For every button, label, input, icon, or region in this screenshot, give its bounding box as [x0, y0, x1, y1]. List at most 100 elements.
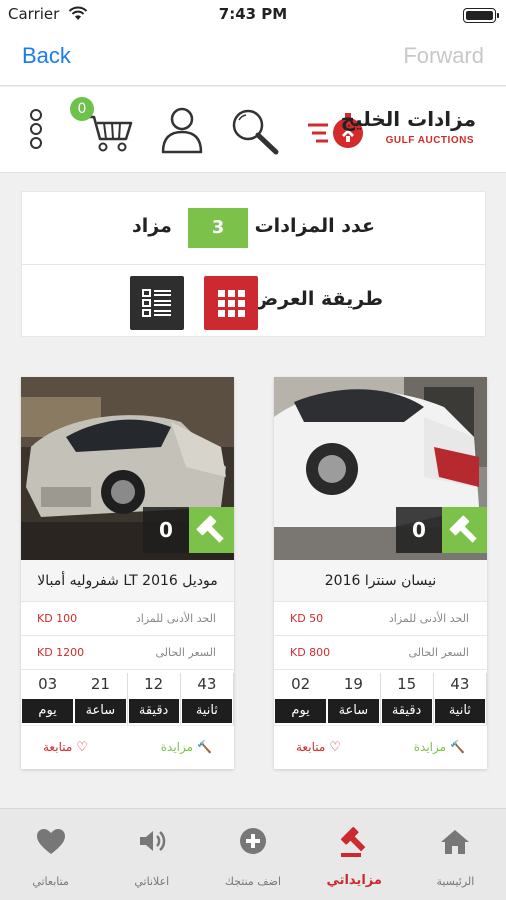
- back-button[interactable]: Back: [22, 43, 71, 69]
- current-price-row: السعر الحالى KD 800: [274, 636, 487, 670]
- timer-minutes: 15 دقيقة: [381, 673, 434, 725]
- auction-card[interactable]: 0 موديل LT 2016 شفروليه أمبالا الحد الأد…: [21, 377, 234, 769]
- timer-unit: ساعة: [75, 699, 126, 723]
- tab-label: الرئيسية: [436, 875, 475, 888]
- logo-arabic-text: مزادات الخليج: [340, 107, 476, 131]
- timer-hours: 19 ساعة: [327, 673, 381, 725]
- gavel-icon: 🔨: [450, 740, 465, 754]
- navigation-bar: Back Forward: [0, 30, 506, 86]
- tab-label: اضف منتجك: [224, 875, 282, 888]
- timer-days: 02 يوم: [274, 673, 327, 725]
- grid-view-button[interactable]: [204, 276, 258, 330]
- gavel-icon: [341, 826, 366, 857]
- car-title[interactable]: موديل LT 2016 شفروليه أمبالا: [21, 560, 234, 602]
- heart-icon: [36, 829, 65, 854]
- clock: 7:43 PM: [218, 5, 288, 23]
- card-actions: 🔨مزايدة ♡متابعة: [274, 725, 487, 769]
- current-price-row: السعر الحالى KD 1200: [21, 636, 234, 670]
- car-photo[interactable]: 0: [274, 377, 487, 560]
- current-price-label: السعر الحالى: [155, 646, 216, 659]
- timer-hours: 21 ساعة: [74, 673, 128, 725]
- timer-value: 03: [38, 675, 58, 693]
- min-price-value: KD 50: [290, 612, 324, 625]
- gavel-icon: [196, 515, 224, 543]
- timer-value: 02: [291, 675, 311, 693]
- bid-button[interactable]: 🔨مزايدة: [161, 740, 212, 754]
- timer-value: 12: [144, 675, 164, 693]
- grid-icon: [218, 290, 245, 317]
- bid-button[interactable]: 🔨مزايدة: [414, 740, 465, 754]
- timer-unit: ثانية: [181, 699, 232, 723]
- timer-seconds: 43 ثانية: [434, 673, 487, 725]
- min-price-row: الحد الأدنى للمزاد KD 50: [274, 602, 487, 636]
- gulf-auctions-logo: مزادات الخليج GULF AUCTIONS: [306, 107, 476, 155]
- min-price-value: KD 100: [37, 612, 78, 625]
- heart-icon: ♡: [329, 740, 341, 755]
- quick-bid-button[interactable]: [189, 507, 234, 553]
- bid-count: 0: [143, 507, 189, 553]
- bid-label: مزايدة: [160, 740, 194, 754]
- more-icon[interactable]: [30, 109, 44, 155]
- auction-count-row: عدد المزادات 3 مزاد: [22, 192, 485, 265]
- user-icon[interactable]: [160, 106, 204, 154]
- display-mode-row: طريقة العرض: [22, 265, 485, 338]
- timer-value: 15: [397, 675, 417, 693]
- tab-label: اعلاناتي: [134, 875, 170, 888]
- tab-following[interactable]: متابعاتي: [0, 809, 101, 900]
- timer-unit: دقيقة: [128, 699, 179, 723]
- gavel-icon: [449, 515, 477, 543]
- forward-button[interactable]: Forward: [403, 43, 484, 69]
- current-price-label: السعر الحالى: [408, 646, 469, 659]
- countdown-timer: 43 ثانية 12 دقيقة 21 ساعة 03 يوم: [21, 673, 234, 725]
- timer-unit: ثانية: [434, 699, 485, 723]
- list-view-button[interactable]: [130, 276, 184, 330]
- countdown-timer: 43 ثانية 15 دقيقة 19 ساعة 02 يوم: [274, 673, 487, 725]
- car-photo[interactable]: 0: [21, 377, 234, 560]
- timer-unit: يوم: [275, 699, 327, 723]
- cart-button[interactable]: 0: [70, 97, 140, 161]
- tab-add-product[interactable]: اضف منتجك: [202, 809, 303, 900]
- timer-value: 19: [343, 675, 363, 693]
- logo-english-text: GULF AUCTIONS: [385, 135, 474, 146]
- auction-summary-panel: عدد المزادات 3 مزاد طريقة العرض: [21, 191, 486, 337]
- tab-bar: الرئيسية مزايداتي اضف منتجك اعلاناتي متا…: [0, 808, 506, 900]
- car-title[interactable]: نيسان سنترا 2016: [274, 560, 487, 602]
- tab-label: متابعاتي: [32, 875, 69, 888]
- cart-badge: 0: [70, 97, 94, 121]
- follow-label: متابعة: [43, 740, 73, 754]
- timer-value: 43: [197, 675, 217, 693]
- current-price-value: KD 800: [290, 646, 331, 659]
- auction-count-unit: مزاد: [132, 215, 172, 237]
- speaker-icon: [139, 831, 166, 851]
- display-mode-label: طريقة العرض: [252, 288, 383, 310]
- auction-count-value: 3: [188, 208, 248, 248]
- tab-label: مزايداتي: [326, 873, 382, 888]
- list-icon: [142, 289, 171, 317]
- auction-count-label: عدد المزادات: [254, 215, 375, 237]
- search-icon[interactable]: [230, 107, 282, 157]
- timer-unit: يوم: [22, 699, 74, 723]
- auction-card[interactable]: 0 نيسان سنترا 2016 الحد الأدنى للمزاد KD…: [274, 377, 487, 769]
- home-icon: [441, 830, 470, 854]
- cart-icon: [86, 115, 133, 152]
- add-icon: [239, 828, 266, 854]
- timer-value: 43: [450, 675, 470, 693]
- min-price-row: الحد الأدنى للمزاد KD 100: [21, 602, 234, 636]
- tab-home[interactable]: الرئيسية: [405, 809, 506, 900]
- timer-minutes: 12 دقيقة: [128, 673, 181, 725]
- bid-count: 0: [396, 507, 442, 553]
- follow-button[interactable]: ♡متابعة: [296, 740, 341, 755]
- follow-button[interactable]: ♡متابعة: [43, 740, 88, 755]
- card-actions: 🔨مزايدة ♡متابعة: [21, 725, 234, 769]
- current-price-value: KD 1200: [37, 646, 85, 659]
- min-price-label: الحد الأدنى للمزاد: [135, 612, 216, 625]
- timer-value: 21: [90, 675, 110, 693]
- quick-bid-button[interactable]: [442, 507, 487, 553]
- timer-unit: ساعة: [328, 699, 379, 723]
- tab-my-ads[interactable]: اعلاناتي: [101, 809, 202, 900]
- tab-my-bids[interactable]: مزايداتي: [304, 809, 405, 900]
- follow-label: متابعة: [296, 740, 326, 754]
- min-price-label: الحد الأدنى للمزاد: [388, 612, 469, 625]
- timer-seconds: 43 ثانية: [181, 673, 234, 725]
- heart-icon: ♡: [76, 740, 88, 755]
